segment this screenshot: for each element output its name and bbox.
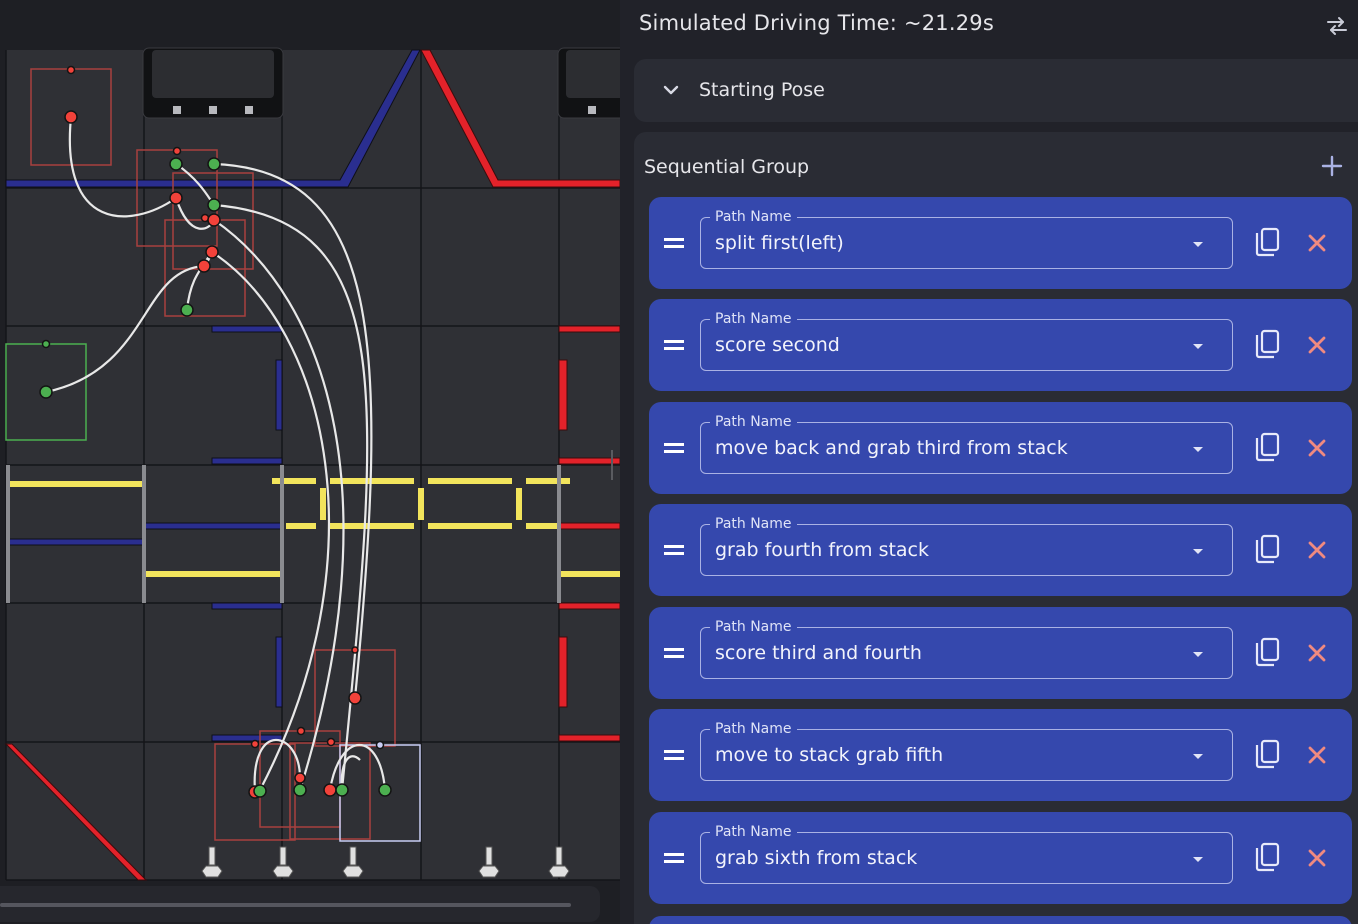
path-command-card[interactable]: Path Name move to stack grab fifth (649, 709, 1352, 801)
path-name-label: Path Name (710, 720, 797, 738)
path-name-label: Path Name (710, 823, 797, 841)
copy-icon[interactable] (1252, 432, 1282, 464)
path-command-card-partial[interactable] (649, 916, 1352, 924)
backdrop-terminal-right (557, 47, 620, 119)
path-name-dropdown[interactable]: Path Name move to stack grab fifth (700, 720, 1233, 781)
dropdown-arrow-icon[interactable] (1191, 748, 1205, 762)
dropdown-arrow-icon[interactable] (1191, 441, 1205, 455)
path-name-value: move to stack grab fifth (715, 744, 944, 766)
starting-pose-label: Starting Pose (699, 79, 825, 101)
copy-icon[interactable] (1252, 637, 1282, 669)
drag-handle-icon[interactable] (664, 745, 684, 765)
path-command-card[interactable]: Path Name split first(left) (649, 197, 1352, 289)
close-icon[interactable] (1305, 333, 1329, 357)
close-icon[interactable] (1305, 231, 1329, 255)
starting-pose-section[interactable]: Starting Pose (634, 59, 1358, 122)
path-name-dropdown[interactable]: Path Name move back and grab third from … (700, 413, 1233, 474)
drag-handle-icon[interactable] (664, 848, 684, 868)
path-name-dropdown[interactable]: Path Name grab fourth from stack (700, 515, 1233, 576)
sequential-group-title: Sequential Group (644, 156, 810, 178)
path-name-value: grab sixth from stack (715, 847, 918, 869)
close-icon[interactable] (1305, 641, 1329, 665)
copy-icon[interactable] (1252, 329, 1282, 361)
simulated-time-label: Simulated Driving Time: ~21.29s (639, 11, 995, 35)
drag-handle-icon[interactable] (664, 233, 684, 253)
copy-icon[interactable] (1252, 227, 1282, 259)
path-name-value: grab fourth from stack (715, 539, 930, 561)
path-name-dropdown[interactable]: Path Name score third and fourth (700, 618, 1233, 679)
dropdown-arrow-icon[interactable] (1191, 646, 1205, 660)
backdrop-terminal-left (142, 47, 284, 119)
drag-handle-icon[interactable] (664, 335, 684, 355)
path-name-dropdown[interactable]: Path Name score second (700, 310, 1233, 371)
drag-handle-icon[interactable] (664, 643, 684, 663)
path-name-dropdown[interactable]: Path Name split first(left) (700, 208, 1233, 269)
dropdown-arrow-icon[interactable] (1191, 236, 1205, 250)
dropdown-arrow-icon[interactable] (1191, 338, 1205, 352)
swap-horizontal-icon[interactable] (1325, 14, 1349, 38)
path-name-value: split first(left) (715, 232, 844, 254)
path-name-label: Path Name (710, 208, 797, 226)
field-canvas[interactable] (0, 0, 620, 924)
copy-icon[interactable] (1252, 842, 1282, 874)
field-view[interactable] (0, 0, 620, 924)
path-command-card[interactable]: Path Name grab fourth from stack (649, 504, 1352, 596)
auto-editor-panel: Simulated Driving Time: ~21.29s Starting… (620, 0, 1358, 924)
copy-icon[interactable] (1252, 534, 1282, 566)
path-name-label: Path Name (710, 618, 797, 636)
path-name-label: Path Name (710, 310, 797, 328)
horizontal-scrollbar[interactable] (0, 886, 600, 922)
path-name-label: Path Name (710, 413, 797, 431)
path-name-label: Path Name (710, 515, 797, 533)
close-icon[interactable] (1305, 436, 1329, 460)
drag-handle-icon[interactable] (664, 540, 684, 560)
path-command-card[interactable]: Path Name score third and fourth (649, 607, 1352, 699)
dropdown-arrow-icon[interactable] (1191, 851, 1205, 865)
sequential-group: Sequential Group Path Name split first(l… (634, 132, 1358, 924)
close-icon[interactable] (1305, 538, 1329, 562)
chevron-down-icon[interactable] (660, 79, 682, 101)
close-icon[interactable] (1305, 743, 1329, 767)
close-icon[interactable] (1305, 846, 1329, 870)
path-name-value: move back and grab third from stack (715, 437, 1068, 459)
path-name-dropdown[interactable]: Path Name grab sixth from stack (700, 823, 1233, 884)
dropdown-arrow-icon[interactable] (1191, 543, 1205, 557)
path-command-card[interactable]: Path Name score second (649, 299, 1352, 391)
path-name-value: score second (715, 334, 840, 356)
drag-handle-icon[interactable] (664, 438, 684, 458)
path-command-card[interactable]: Path Name move back and grab third from … (649, 402, 1352, 494)
path-command-card[interactable]: Path Name grab sixth from stack (649, 812, 1352, 904)
path-name-value: score third and fourth (715, 642, 922, 664)
copy-icon[interactable] (1252, 739, 1282, 771)
scrollbar-thumb[interactable] (0, 903, 571, 907)
plus-icon[interactable] (1320, 154, 1344, 178)
